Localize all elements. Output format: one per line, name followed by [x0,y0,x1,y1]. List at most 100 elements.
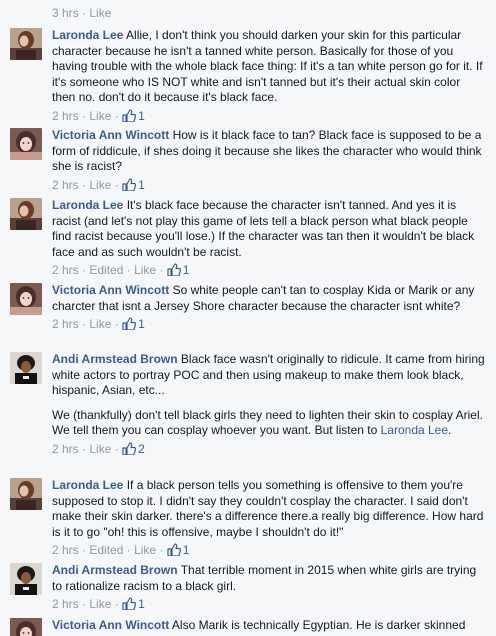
like-link[interactable]: Like [89,442,111,456]
edited-label[interactable]: Edited [89,543,123,557]
comment-paragraph: Laronda Lee If a black person tells you … [52,478,486,540]
comment-meta: 2 hrs · Edited · Like · 1 [52,542,486,558]
comment-paragraph: Andi Armstead Brown That terrible moment… [52,563,486,594]
like-link[interactable]: Like [89,597,111,611]
like-count-value: 1 [138,597,145,611]
comment-paragraph: Victoria Ann Wincott Also Marik is techn… [52,618,486,634]
previous-comment-meta: 3 hrs · Like [52,6,111,20]
thumbs-up-icon [122,441,137,455]
avatar[interactable] [10,28,42,60]
comment-body: Andi Armstead Brown Black face wasn't or… [52,352,486,457]
timestamp[interactable]: 2 hrs [52,178,79,192]
comment-meta: 2 hrs · Edited · Like · 1 [52,262,486,278]
separator: · [82,543,87,557]
comment-author[interactable]: Laronda Lee [52,478,123,492]
comment-author[interactable]: Victoria Ann Wincott [52,618,169,632]
timestamp[interactable]: 2 hrs [52,543,79,557]
thumbs-up-icon [167,543,181,556]
like-link[interactable]: Like [134,543,156,557]
like-count[interactable]: 1 [167,263,190,277]
like-count-value: 1 [182,543,190,557]
timestamp[interactable]: 2 hrs [52,263,79,277]
timestamp: 3 hrs [52,6,79,20]
like-link[interactable]: Like [89,178,111,192]
like-count[interactable]: 2 [122,442,145,456]
separator: · [126,263,131,277]
comment-author[interactable]: Andi Armstead Brown [52,563,178,577]
timestamp[interactable]: 2 hrs [52,442,79,456]
comment-meta: 2 hrs · Like · 1 [52,177,486,193]
like-count-value: 1 [138,177,145,192]
comment-body: Laronda Lee If a black person tells you … [52,478,486,558]
comment-author[interactable]: Laronda Lee [52,198,123,212]
like-count[interactable]: 1 [122,317,145,331]
separator: · [159,543,164,557]
comment-paragraph: We (thankfully) don't tell black girls t… [52,408,486,439]
comment-body: Andi Armstead Brown That terrible moment… [52,563,486,612]
comment-meta: 2 hrs · Like · 1 [52,108,486,124]
like-link[interactable]: Like [89,109,111,123]
like-link[interactable]: Like [89,6,111,20]
comment-author[interactable]: Victoria Ann Wincott [52,283,169,297]
comment-author[interactable]: Andi Armstead Brown [52,352,178,366]
separator: · [82,177,87,192]
like-count-value: 2 [138,441,145,456]
separator: · [82,108,87,123]
separator: · [82,441,87,456]
timestamp[interactable]: 2 hrs [52,109,79,123]
mention-link[interactable]: Laronda Lee [381,423,448,437]
separator: · [114,108,119,123]
separator: · [114,317,119,331]
timestamp[interactable]: 2 hrs [52,597,79,611]
comment-body: Victoria Ann Wincott How is it black fac… [52,128,486,193]
comment-body: Victoria Ann Wincott Also Marik is techn… [52,618,486,634]
edited-label[interactable]: Edited [89,263,123,277]
comment-paragraph: Victoria Ann Wincott How is it black fac… [52,128,486,175]
comment-thread: 3 hrs · Like Laronda Lee Allie, I don't … [0,0,496,636]
avatar[interactable] [10,352,42,384]
like-link[interactable]: Like [134,263,156,277]
comment-author[interactable]: Victoria Ann Wincott [52,128,169,142]
separator: · [126,543,131,557]
separator: · [82,317,87,331]
avatar[interactable] [10,128,42,160]
comment-paragraph: Victoria Ann Wincott So white people can… [52,283,486,314]
comment-body: Victoria Ann Wincott So white people can… [52,283,486,332]
separator: · [82,597,87,611]
separator: · [159,263,164,277]
avatar[interactable] [10,478,42,510]
like-count[interactable]: 1 [122,178,145,192]
separator: · [114,177,119,192]
thumbs-up-icon [122,108,137,122]
thumbs-up-icon [167,263,181,276]
like-count[interactable]: 1 [167,543,190,557]
comment-body: Laronda Lee Allie, I don't think you sho… [52,28,486,124]
separator: · [114,597,119,611]
comment-paragraph: Laronda Lee It's black face because the … [52,198,486,260]
comment-body: Laronda Lee It's black face because the … [52,198,486,278]
comment-meta: 2 hrs · Like · 2 [52,441,486,457]
like-count[interactable]: 1 [122,109,145,123]
comment-meta: 2 hrs · Like · 1 [52,316,486,332]
timestamp[interactable]: 2 hrs [52,317,79,331]
like-count-value: 1 [138,317,145,331]
comment-text: Also Marik is technically Egyptian. He i… [171,618,466,632]
like-count-value: 1 [138,108,145,123]
thumbs-up-icon [122,317,137,330]
comment-text-end: . [448,423,452,437]
like-link[interactable]: Like [89,317,111,331]
separator: · [82,263,87,277]
comment-paragraph: Laronda Lee Allie, I don't think you sho… [52,28,486,106]
separator: · [82,6,87,20]
comment-paragraph: Andi Armstead Brown Black face wasn't or… [52,352,486,399]
comment-author[interactable]: Laronda Lee [52,28,123,42]
avatar[interactable] [10,283,42,315]
comment-meta: 2 hrs · Like · 1 [52,596,486,612]
avatar[interactable] [10,618,42,636]
avatar[interactable] [10,563,42,595]
like-count-value: 1 [182,263,190,277]
avatar[interactable] [10,198,42,230]
thumbs-up-icon [122,177,137,191]
separator: · [114,441,119,456]
like-count[interactable]: 1 [122,597,145,611]
